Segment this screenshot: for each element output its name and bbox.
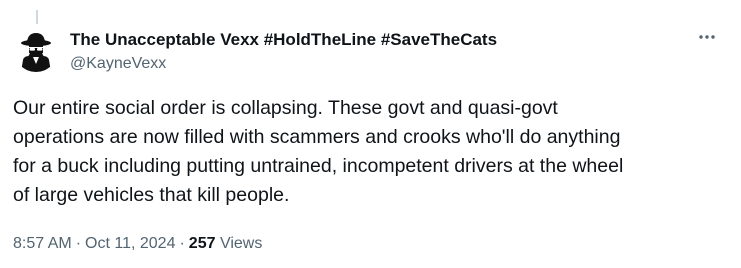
more-options-button[interactable] [690, 26, 724, 48]
tweet-card: The Unacceptable Vexx #HoldTheLine #Save… [0, 0, 741, 268]
author-handle[interactable]: @KayneVexx [70, 54, 497, 74]
meta-separator: · [179, 235, 185, 252]
author-display-name[interactable]: The Unacceptable Vexx #HoldTheLine #Save… [70, 29, 497, 51]
views-count: 257 [188, 235, 216, 252]
meta-separator: · [75, 235, 82, 252]
spy-silhouette-icon [21, 33, 51, 72]
tweet-meta: 8:57 AM · Oct 11, 2024 · 257 Views [13, 234, 262, 254]
avatar[interactable] [14, 28, 58, 72]
tweet-date: Oct 11, 2024 [85, 235, 176, 252]
thread-connector-line [36, 10, 38, 24]
author-block: The Unacceptable Vexx #HoldTheLine #Save… [70, 29, 497, 74]
tweet-time: 8:57 AM [13, 235, 72, 252]
tweet-timestamp-link[interactable]: 8:57 AM · Oct 11, 2024 [13, 235, 175, 252]
more-dots-icon [699, 35, 715, 39]
views-label: Views [219, 235, 263, 252]
tweet-text: Our entire social order is collapsing. T… [13, 97, 624, 206]
